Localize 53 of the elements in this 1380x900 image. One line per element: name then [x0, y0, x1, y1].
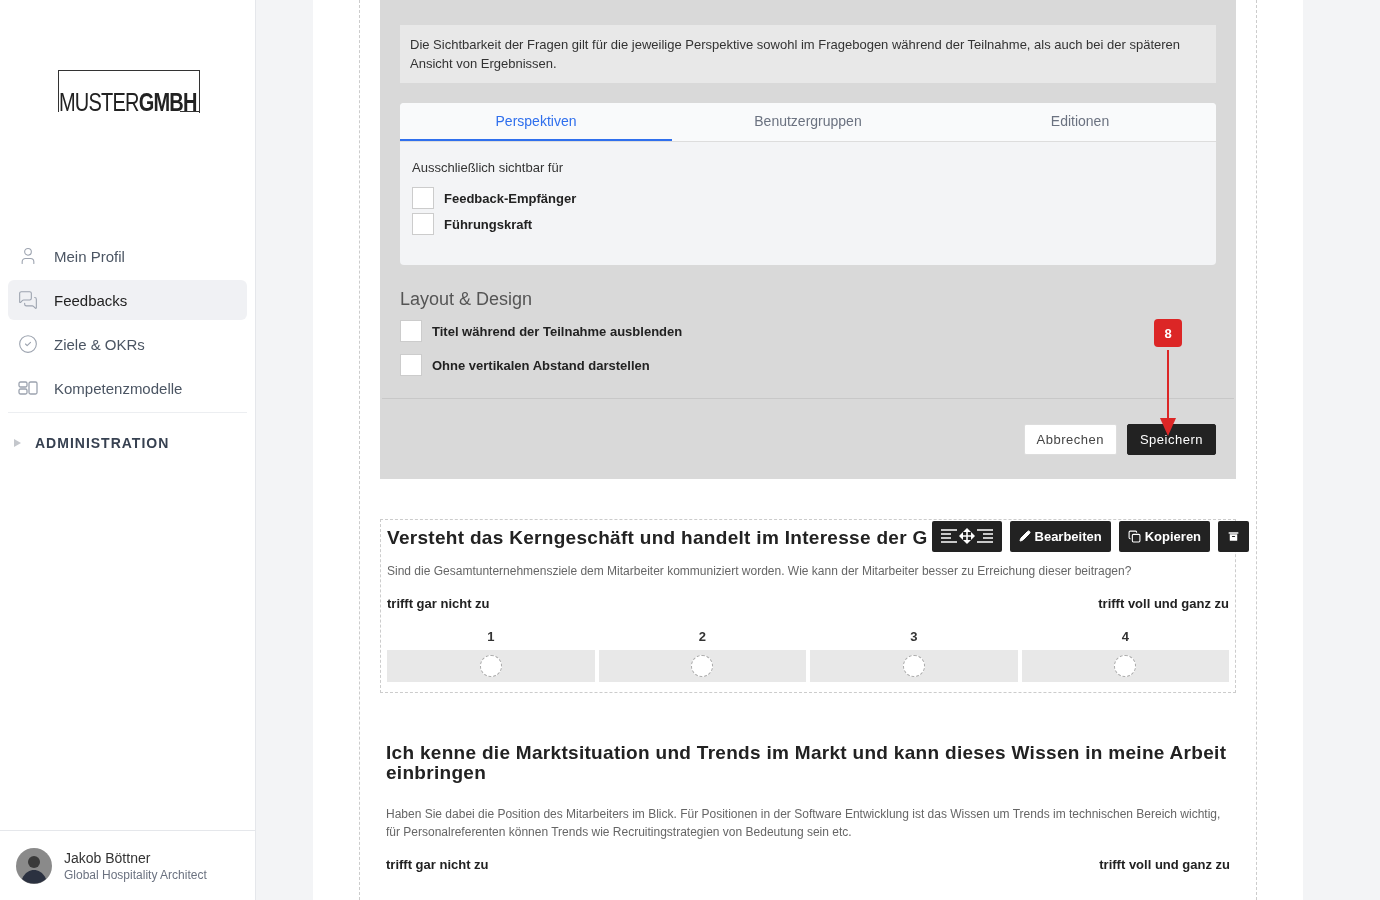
scale-low-label: trifft gar nicht zu	[386, 857, 489, 872]
archive-button[interactable]	[1218, 520, 1250, 552]
modules-icon	[18, 381, 38, 395]
nav-item[interactable]: Mein Profil	[8, 236, 247, 276]
nav-item[interactable]: Ziele & OKRs	[8, 324, 247, 364]
tab[interactable]: Perspektiven	[400, 103, 672, 141]
scale-high-label: trifft voll und ganz zu	[1099, 857, 1230, 872]
scale-number: 4	[1120, 629, 1130, 644]
user-role: Global Hospitality Architect	[64, 867, 207, 882]
checkbox[interactable]	[412, 213, 434, 235]
radio-button[interactable]	[691, 655, 714, 677]
checkbox-label: Titel während der Teilnahme ausblenden	[432, 323, 683, 339]
checkbox-label: Feedback-Empfänger	[444, 190, 577, 206]
checkbox[interactable]	[412, 187, 434, 209]
question-title: Ich kenne die Marktsituation und Trends im Markt und kann dieses Wissen in meine Arbeit einbringen	[386, 743, 1228, 783]
nav-item[interactable]: Kompetenzmodelle	[8, 368, 247, 408]
archive-icon	[1227, 529, 1241, 543]
user-name: Jakob Böttner	[64, 849, 152, 866]
step-badge: 8	[1154, 319, 1182, 347]
check-circle-icon	[18, 334, 38, 354]
nav-item[interactable]: Feedbacks	[8, 280, 247, 320]
cancel-button[interactable]: Abbrechen	[1023, 424, 1117, 455]
question-description: Sind die Gesamtunternehmensziele dem Mitarbeiter kommuniziert worden. Wie kann der Mitarbeiter besser zu Erreichung dieser beitragen?	[387, 563, 1133, 580]
admin-section[interactable]: ADMINISTRATION	[0, 413, 255, 451]
checkbox-label: Führungskraft	[444, 216, 533, 232]
checkbox[interactable]	[400, 354, 422, 376]
scale-number: 2	[697, 629, 707, 644]
scale-low-label: trifft gar nicht zu	[387, 596, 490, 611]
scale-high-label: trifft voll und ganz zu	[1098, 596, 1229, 611]
avatar	[16, 847, 52, 884]
copy-button[interactable]: Kopieren	[1118, 520, 1211, 552]
move-icon	[940, 528, 993, 544]
section-heading: Layout & Design	[400, 289, 534, 310]
radio-button[interactable]	[479, 655, 502, 677]
tab[interactable]: Benutzergruppen	[672, 103, 944, 141]
edit-button[interactable]: Bearbeiten	[1009, 520, 1111, 552]
company-logo: MUSTERGMBH	[58, 70, 200, 112]
checkbox[interactable]	[400, 320, 422, 342]
move-button[interactable]	[931, 520, 1002, 552]
chat-icon	[18, 290, 38, 310]
tab[interactable]: Editionen	[944, 103, 1216, 141]
scale-number: 1	[486, 629, 496, 644]
checkbox-label: Ohne vertikalen Abstand darstellen	[432, 357, 650, 373]
visibility-caption: Ausschließlich sichtbar für	[411, 159, 564, 177]
save-button[interactable]: Speichern	[1126, 424, 1216, 455]
scale-number: 3	[909, 629, 919, 644]
question-description: Haben Sie dabei die Position des Mitarbeiters im Blick. Für Positionen in der Software Entwicklung ist das Wissen um Trends im technischen Bereich wichtig, für Personalreferenten können Trends wie Recruitingstrategien von Bedeutung sein etc.	[386, 806, 1222, 841]
radio-button[interactable]	[902, 655, 925, 677]
copy-icon	[1127, 529, 1141, 543]
radio-button[interactable]	[1114, 655, 1137, 677]
visibility-notice: Die Sichtbarkeit der Fragen gilt für die jeweilige Perspektive sowohl im Fragebogen während der Teilnahme, als auch bei der späteren Ansicht von Ergebnissen.	[400, 25, 1216, 83]
question-title: Versteht das Kerngeschäft und handelt im Interesse der G	[387, 528, 928, 548]
pencil-icon	[1018, 530, 1031, 542]
